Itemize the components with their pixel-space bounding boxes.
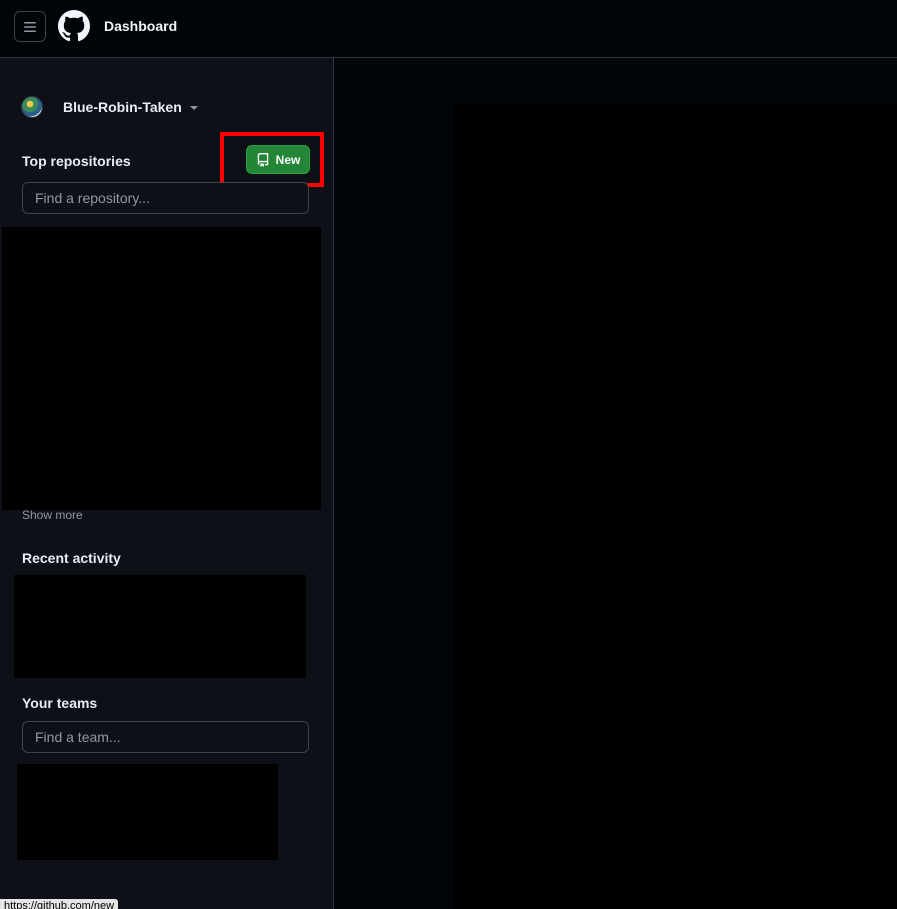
feed-content-redacted: [454, 104, 897, 909]
menu-button[interactable]: [14, 11, 46, 42]
new-button-label: New: [275, 152, 301, 167]
hamburger-icon: [24, 21, 36, 32]
your-teams-heading: Your teams: [22, 695, 98, 711]
find-team-input[interactable]: [22, 721, 309, 753]
github-logo-icon[interactable]: [58, 10, 90, 42]
main-feed: [334, 58, 897, 909]
caret-down-icon: [189, 106, 198, 110]
new-repository-button[interactable]: New: [246, 145, 310, 174]
page-title[interactable]: Dashboard: [104, 18, 177, 34]
find-repository-input[interactable]: [22, 182, 309, 214]
account-switcher[interactable]: Blue-Robin-Taken: [21, 95, 198, 119]
top-header: Dashboard: [0, 0, 897, 58]
teams-list-redacted: [17, 764, 278, 860]
repository-list-redacted: [2, 227, 321, 510]
recent-activity-redacted: [14, 575, 306, 678]
show-more-link[interactable]: Show more: [22, 508, 83, 522]
recent-activity-heading: Recent activity: [22, 550, 121, 566]
link-preview-status: https://github.com/new: [0, 899, 119, 909]
repo-icon: [257, 152, 268, 167]
avatar: [21, 96, 43, 118]
dashboard-sidebar: Blue-Robin-Taken Top repositories New Sh…: [0, 58, 334, 909]
account-name: Blue-Robin-Taken: [63, 99, 182, 115]
top-repositories-heading: Top repositories: [22, 153, 131, 169]
